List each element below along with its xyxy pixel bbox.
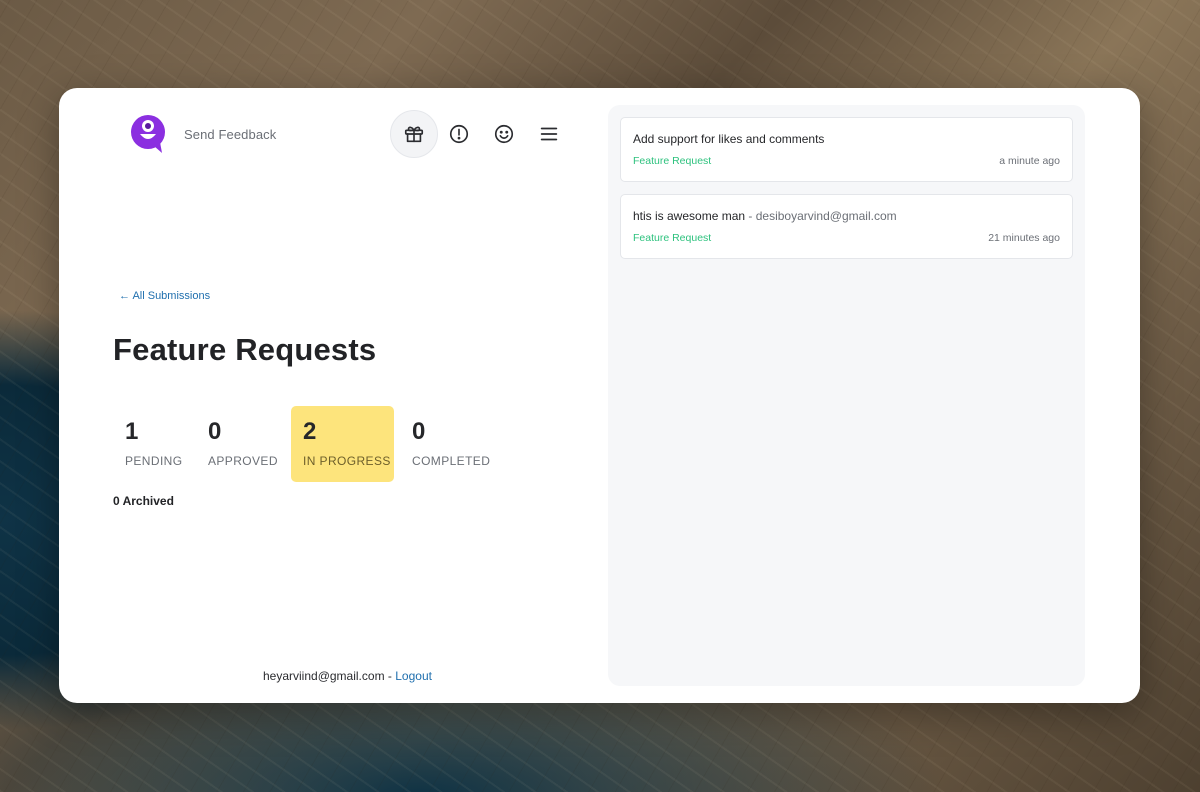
gift-button[interactable] bbox=[390, 110, 438, 158]
stat-in-progress[interactable]: 2 IN PROGRESS bbox=[291, 406, 394, 482]
stat-label: IN PROGRESS bbox=[303, 454, 391, 468]
feed-item-title: Add support for likes and comments bbox=[633, 132, 824, 146]
stat-value: 0 bbox=[412, 418, 426, 445]
stat-value: 2 bbox=[303, 418, 317, 445]
alert-icon bbox=[449, 124, 469, 144]
feed-item-time: a minute ago bbox=[999, 155, 1060, 167]
send-feedback-label: Send Feedback bbox=[184, 127, 277, 142]
submission-feed: Add support for likes and comments Featu… bbox=[608, 105, 1085, 686]
feedback-smile-button[interactable] bbox=[480, 110, 528, 158]
stat-pending[interactable]: 1 PENDING bbox=[113, 406, 193, 482]
feed-item[interactable]: htis is awesome man - desiboyarvind@gmai… bbox=[620, 194, 1073, 259]
stat-value: 0 bbox=[208, 418, 222, 445]
archived-link[interactable]: 0 Archived bbox=[113, 494, 174, 508]
stat-label: APPROVED bbox=[208, 454, 278, 468]
feed-item-author: - desiboyarvind@gmail.com bbox=[748, 209, 897, 223]
stat-label: COMPLETED bbox=[412, 454, 491, 468]
account-footer: heyarviind@gmail.com - Logout bbox=[263, 669, 432, 683]
all-submissions-link[interactable]: ← All Submissions bbox=[119, 290, 210, 302]
feed-item-text: Add support for likes and comments bbox=[633, 132, 825, 146]
feed-item-title: htis is awesome man - desiboyarvind@gmai… bbox=[633, 209, 897, 223]
gift-icon bbox=[404, 126, 424, 143]
feedback-widget-card: Send Feedback ← All Submissions Feature … bbox=[59, 88, 1140, 703]
footer-separator: - bbox=[387, 669, 392, 683]
stat-approved[interactable]: 0 APPROVED bbox=[196, 406, 288, 482]
report-issue-button[interactable] bbox=[435, 110, 483, 158]
stat-completed[interactable]: 0 COMPLETED bbox=[400, 406, 500, 482]
stat-label: PENDING bbox=[125, 454, 183, 468]
feed-item-time: 21 minutes ago bbox=[988, 232, 1060, 244]
user-email: heyarviind@gmail.com bbox=[263, 669, 385, 683]
feed-item-text: htis is awesome man bbox=[633, 209, 746, 223]
logout-link[interactable]: Logout bbox=[395, 669, 432, 683]
feed-item[interactable]: Add support for likes and comments Featu… bbox=[620, 117, 1073, 182]
smile-icon bbox=[494, 124, 514, 144]
brand-logo-icon[interactable] bbox=[130, 114, 166, 154]
menu-button[interactable] bbox=[525, 110, 573, 158]
feed-item-tag: Feature Request bbox=[633, 155, 712, 167]
page-title: Feature Requests bbox=[113, 332, 377, 367]
feed-item-tag: Feature Request bbox=[633, 232, 712, 244]
menu-icon bbox=[540, 127, 558, 141]
stat-value: 1 bbox=[125, 418, 139, 445]
